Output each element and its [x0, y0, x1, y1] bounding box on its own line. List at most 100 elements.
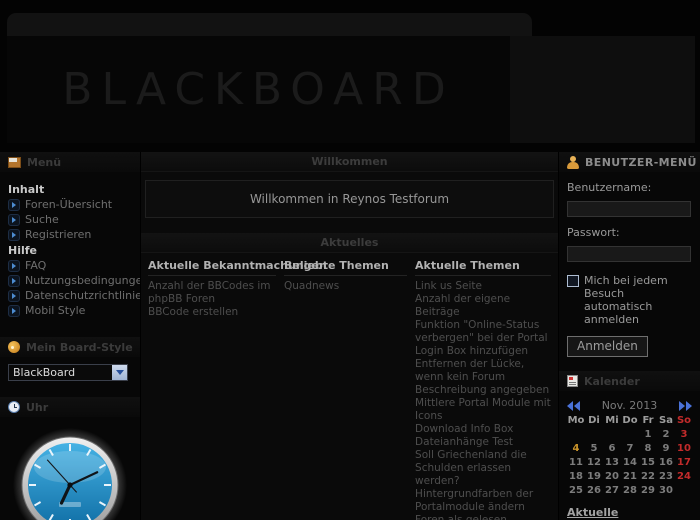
day-header: Fr [639, 415, 657, 428]
calendar-day: 29 [639, 485, 657, 498]
calendar-day: 1 [639, 429, 657, 442]
sidebar-item-datenschutzrichtlinie[interactable]: Datenschutzrichtlinie [8, 289, 134, 302]
column-aktuelle-themen: Aktuelle Themen Link us Seite Anzahl der… [411, 257, 555, 520]
aktuelles-columns: Aktuelle Bekanntmachungen Anzahl der BBC… [141, 253, 558, 520]
chevron-down-icon[interactable] [112, 365, 127, 380]
calendar-day: 6 [603, 443, 621, 456]
current-events-header[interactable]: Aktuelle Veranstaltungen: [567, 506, 692, 520]
header-band: BLACKBOARD [7, 36, 695, 143]
calendar-day: 20 [603, 471, 621, 484]
column-header: Aktuelle Bekanntmachungen [148, 257, 276, 276]
remember-me-checkbox[interactable] [567, 275, 579, 287]
calendar-day: 21 [621, 471, 639, 484]
analog-clock-svg [8, 423, 132, 520]
user-menu-title: BENUTZER-MENÜ [559, 152, 700, 172]
login-button[interactable]: Anmelden [567, 336, 648, 357]
topic-link[interactable]: Entfernen der Lücke, wenn kein Forum Bes… [415, 358, 551, 397]
topic-link[interactable]: Link us Seite [415, 280, 551, 293]
calendar-day-sunday[interactable]: 10 [675, 443, 693, 456]
calendar-day: 26 [585, 485, 603, 498]
calendar-day [567, 429, 585, 442]
username-field[interactable] [567, 201, 691, 217]
topic-link[interactable]: Soll Griechenland die Schulden erlassen … [415, 449, 551, 488]
sidebar-item-faq[interactable]: FAQ [8, 259, 134, 272]
forum-page: BLACKBOARD Menü Inhalt Foren-Übersicht S… [0, 0, 700, 520]
analog-clock [0, 423, 140, 520]
topic-link[interactable]: Download Info Box [415, 423, 551, 436]
calendar-day: 23 [657, 471, 675, 484]
calendar-day-today[interactable]: 4 [567, 443, 585, 456]
main-content: Willkommen Willkommen in Reynos Testforu… [141, 152, 558, 520]
topic-link[interactable]: Funktion "Online-Status verbergen" bei d… [415, 319, 551, 358]
password-field[interactable] [567, 246, 691, 262]
topic-link[interactable]: Hintergrundfarben der Portalmodule änder… [415, 488, 551, 514]
willkommen-header-bar: Willkommen [141, 152, 558, 172]
day-header: Do [621, 415, 639, 428]
remember-me-label: Mich bei jedem Besuch automatisch anmeld… [584, 274, 692, 326]
sidebar-item-registrieren[interactable]: Registrieren [8, 228, 134, 241]
calendar-day: 2 [657, 429, 675, 442]
menu-icon [8, 157, 21, 168]
sidebar-item-suche[interactable]: Suche [8, 213, 134, 226]
calendar-day: 19 [585, 471, 603, 484]
column-beliebte-themen: Beliebte Themen Quadnews [280, 257, 411, 520]
calendar-day: 9 [657, 443, 675, 456]
logo-text: BLACKBOARD [62, 64, 454, 115]
calendar-day-sunday [675, 485, 693, 498]
sidebar-item-mobil-style[interactable]: Mobil Style [8, 304, 134, 317]
sidebar-item-foren-uebersicht[interactable]: Foren-Übersicht [8, 198, 134, 211]
clock-section: Uhr [0, 397, 140, 520]
calendar-day-sunday[interactable]: 24 [675, 471, 693, 484]
topic-link[interactable]: Mittlere Portal Module mit Icons [415, 397, 551, 423]
calendar-day: 8 [639, 443, 657, 456]
calendar-prev-icon[interactable] [567, 401, 581, 411]
announcement-link[interactable]: Anzahl der BBCodes im phpBB Foren [148, 280, 276, 306]
day-header-sunday: So [675, 415, 693, 428]
arrow-right-icon [8, 229, 20, 241]
menu-group-inhalt: Inhalt [8, 183, 134, 196]
popular-topic-link[interactable]: Quadnews [284, 280, 407, 293]
topic-link[interactable]: Anzahl der eigene Beiträge [415, 293, 551, 319]
menu-list: Inhalt Foren-Übersicht Suche Registriere… [0, 172, 140, 325]
calendar-day-sunday[interactable]: 17 [675, 457, 693, 470]
password-label: Passwort: [567, 226, 692, 239]
column-header: Aktuelle Themen [415, 257, 551, 276]
calendar-section: Kalender Nov. 2013 Mo Di Mi Do Fr Sa So [567, 371, 692, 498]
calendar-day-sunday[interactable]: 3 [675, 429, 693, 442]
calendar-month-label: Nov. 2013 [602, 399, 658, 412]
topic-link[interactable]: Dateianhänge Test [415, 436, 551, 449]
remember-me-option[interactable]: Mich bei jedem Besuch automatisch anmeld… [567, 274, 692, 326]
logo-banner: BLACKBOARD [7, 36, 510, 143]
day-header: Sa [657, 415, 675, 428]
username-label: Benutzername: [567, 181, 692, 194]
user-icon [567, 156, 579, 169]
day-header: Mi [603, 415, 621, 428]
calendar-day: 15 [639, 457, 657, 470]
calendar-day: 13 [603, 457, 621, 470]
arrow-right-icon [8, 275, 20, 287]
calendar-day: 18 [567, 471, 585, 484]
board-style-select[interactable]: BlackBoard [8, 364, 128, 381]
clock-icon [8, 401, 20, 413]
calendar-grid: Mo Di Mi Do Fr Sa So 1 2 3 4 5 6 [567, 415, 692, 498]
column-bekanntmachungen: Aktuelle Bekanntmachungen Anzahl der BBC… [144, 257, 280, 520]
topic-link[interactable]: Foren als gelesen markieren bei Unread P… [415, 514, 551, 520]
calendar-day: 30 [657, 485, 675, 498]
arrow-right-icon [8, 290, 20, 302]
calendar-day: 11 [567, 457, 585, 470]
arrow-right-icon [8, 199, 20, 211]
main-layout: Menü Inhalt Foren-Übersicht Suche Regist… [0, 152, 700, 520]
calendar-next-icon[interactable] [678, 401, 692, 411]
calendar-day: 7 [621, 443, 639, 456]
announcement-link[interactable]: BBCode erstellen [148, 306, 276, 319]
arrow-right-icon [8, 214, 20, 226]
header: BLACKBOARD [7, 13, 695, 143]
day-header: Mo [567, 415, 585, 428]
clock-section-title: Uhr [0, 397, 140, 417]
calendar-day: 5 [585, 443, 603, 456]
calendar-title: Kalender [559, 371, 700, 391]
sidebar-item-nutzungsbedingungen[interactable]: Nutzungsbedingungen [8, 274, 134, 287]
events-section: Aktuelle Veranstaltungen: Keine aktuelle… [567, 506, 692, 520]
day-header: Di [585, 415, 603, 428]
calendar-day: 22 [639, 471, 657, 484]
